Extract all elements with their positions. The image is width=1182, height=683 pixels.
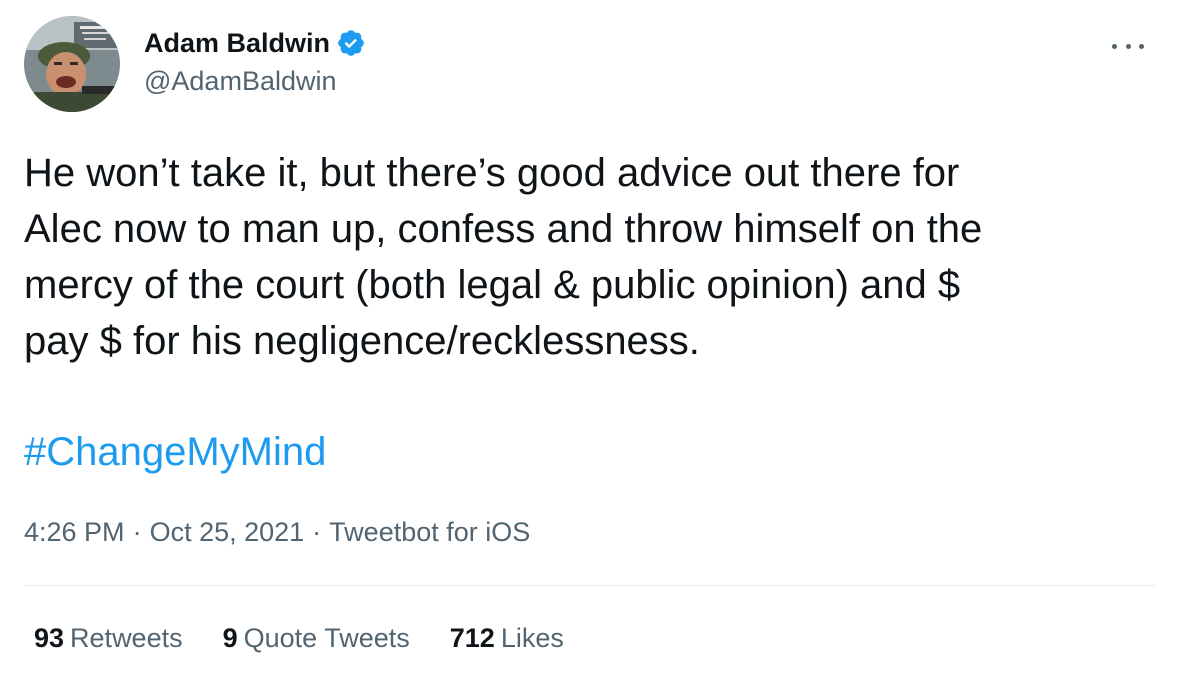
avatar[interactable] <box>24 16 120 112</box>
likes-count: 712 <box>449 623 495 653</box>
tweet-time[interactable]: 4:26 PM <box>24 517 125 547</box>
tweet-meta: 4:26 PM · Oct 25, 2021 · Tweetbot for iOS <box>24 514 530 550</box>
engagement-stats: 93 Retweets 9 Quote Tweets 712 Likes <box>34 620 604 656</box>
hashtag-link[interactable]: #ChangeMyMind <box>24 424 326 480</box>
likes-stat[interactable]: 712 Likes <box>450 620 564 656</box>
more-dot <box>1112 43 1117 49</box>
tweet-date[interactable]: Oct 25, 2021 <box>150 517 305 547</box>
author-name[interactable]: Adam Baldwin <box>144 28 330 59</box>
meta-separator: · <box>132 517 142 547</box>
avatar-image <box>24 16 120 112</box>
verified-badge-icon <box>336 28 366 58</box>
quote-tweets-label: Quote Tweets <box>243 623 410 653</box>
retweets-label: Retweets <box>70 623 183 653</box>
author-handle[interactable]: @AdamBaldwin <box>144 66 337 97</box>
quote-tweets-count: 9 <box>222 623 238 653</box>
quote-tweets-stat[interactable]: 9 Quote Tweets <box>223 620 410 656</box>
retweets-stat[interactable]: 93 Retweets <box>34 620 183 656</box>
more-horizontal-icon[interactable] <box>1112 36 1144 56</box>
meta-separator: · <box>312 517 322 547</box>
author-name-row[interactable]: Adam Baldwin <box>144 24 366 62</box>
more-dot <box>1125 43 1131 49</box>
tweet-card: Adam Baldwin @AdamBaldwin He won’t take … <box>0 0 1182 683</box>
more-dot <box>1139 43 1144 49</box>
tweet-text: He won’t take it, but there’s good advic… <box>24 151 983 363</box>
likes-label: Likes <box>500 623 564 653</box>
divider <box>24 585 1156 586</box>
tweet-source[interactable]: Tweetbot for iOS <box>329 517 530 547</box>
retweets-count: 93 <box>34 623 65 653</box>
